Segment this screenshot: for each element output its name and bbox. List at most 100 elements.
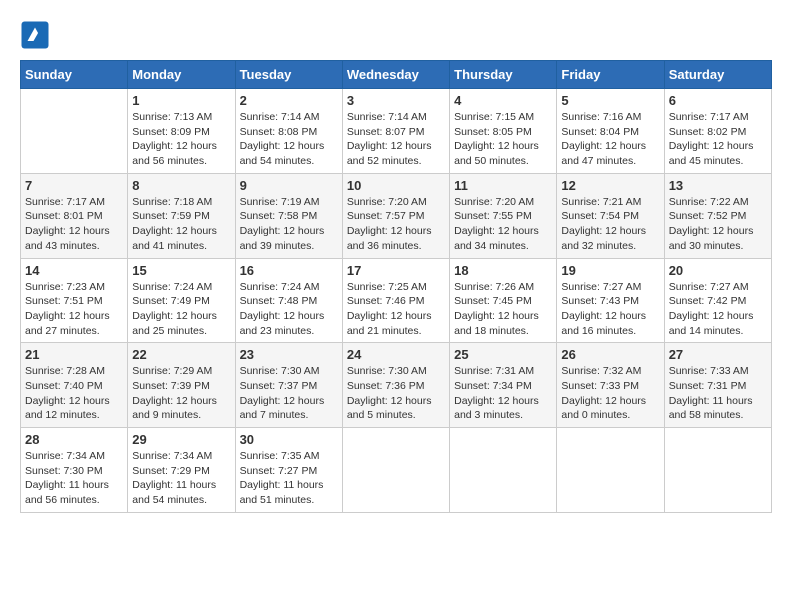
day-info: Sunrise: 7:17 AM Sunset: 8:02 PM Dayligh… [669,110,767,169]
day-number: 6 [669,93,767,108]
day-number: 28 [25,432,123,447]
calendar-cell: 7 Sunrise: 7:17 AM Sunset: 8:01 PM Daylig… [21,173,128,258]
calendar-cell: 14 Sunrise: 7:23 AM Sunset: 7:51 PM Dayli… [21,258,128,343]
day-info: Sunrise: 7:34 AM Sunset: 7:30 PM Dayligh… [25,449,123,508]
calendar-cell: 17Sunrise: 7:25 AM Sunset: 7:46 PM Dayli… [342,258,449,343]
day-info: Sunrise: 7:23 AM Sunset: 7:51 PM Dayligh… [25,280,123,339]
day-of-week-header: Friday [557,61,664,89]
day-number: 30 [240,432,338,447]
day-info: Sunrise: 7:30 AM Sunset: 7:36 PM Dayligh… [347,364,445,423]
logo [20,20,54,50]
calendar-cell: 16 Sunrise: 7:24 AM Sunset: 7:48 PM Dayli… [235,258,342,343]
day-number: 27 [669,347,767,362]
logo-icon [20,20,50,50]
calendar-week-row: 28 Sunrise: 7:34 AM Sunset: 7:30 PM Dayli… [21,428,772,513]
day-of-week-header: Monday [128,61,235,89]
calendar-week-row: 21Sunrise: 7:28 AM Sunset: 7:40 PM Dayli… [21,343,772,428]
day-number: 11 [454,178,552,193]
day-info: Sunrise: 7:21 AM Sunset: 7:54 PM Dayligh… [561,195,659,254]
calendar-cell: 9 Sunrise: 7:19 AM Sunset: 7:58 PM Daylig… [235,173,342,258]
calendar-cell: 11Sunrise: 7:20 AM Sunset: 7:55 PM Dayli… [450,173,557,258]
calendar-cell: 25 Sunrise: 7:31 AM Sunset: 7:34 PM Dayli… [450,343,557,428]
day-number: 24 [347,347,445,362]
day-number: 20 [669,263,767,278]
day-number: 3 [347,93,445,108]
day-info: Sunrise: 7:15 AM Sunset: 8:05 PM Dayligh… [454,110,552,169]
day-info: Sunrise: 7:13 AM Sunset: 8:09 PM Dayligh… [132,110,230,169]
day-number: 14 [25,263,123,278]
day-info: Sunrise: 7:34 AM Sunset: 7:29 PM Dayligh… [132,449,230,508]
calendar-week-row: 1 Sunrise: 7:13 AM Sunset: 8:09 PM Daylig… [21,89,772,174]
calendar-cell [557,428,664,513]
day-info: Sunrise: 7:31 AM Sunset: 7:34 PM Dayligh… [454,364,552,423]
day-number: 9 [240,178,338,193]
calendar-cell: 26 Sunrise: 7:32 AM Sunset: 7:33 PM Dayli… [557,343,664,428]
calendar-cell [342,428,449,513]
calendar-cell: 8Sunrise: 7:18 AM Sunset: 7:59 PM Daylig… [128,173,235,258]
day-info: Sunrise: 7:29 AM Sunset: 7:39 PM Dayligh… [132,364,230,423]
day-number: 23 [240,347,338,362]
day-of-week-header: Wednesday [342,61,449,89]
day-info: Sunrise: 7:18 AM Sunset: 7:59 PM Dayligh… [132,195,230,254]
calendar-cell: 10 Sunrise: 7:20 AM Sunset: 7:57 PM Dayli… [342,173,449,258]
calendar-cell: 3 Sunrise: 7:14 AM Sunset: 8:07 PM Daylig… [342,89,449,174]
calendar-cell: 29 Sunrise: 7:34 AM Sunset: 7:29 PM Dayli… [128,428,235,513]
calendar-header-row: SundayMondayTuesdayWednesdayThursdayFrid… [21,61,772,89]
calendar-cell: 24 Sunrise: 7:30 AM Sunset: 7:36 PM Dayli… [342,343,449,428]
calendar-cell: 30 Sunrise: 7:35 AM Sunset: 7:27 PM Dayli… [235,428,342,513]
day-number: 16 [240,263,338,278]
calendar-cell: 20Sunrise: 7:27 AM Sunset: 7:42 PM Dayli… [664,258,771,343]
day-number: 2 [240,93,338,108]
day-of-week-header: Thursday [450,61,557,89]
calendar-week-row: 14 Sunrise: 7:23 AM Sunset: 7:51 PM Dayli… [21,258,772,343]
calendar-cell [664,428,771,513]
day-number: 12 [561,178,659,193]
calendar-cell: 23 Sunrise: 7:30 AM Sunset: 7:37 PM Dayli… [235,343,342,428]
day-number: 5 [561,93,659,108]
day-info: Sunrise: 7:24 AM Sunset: 7:48 PM Dayligh… [240,280,338,339]
calendar-cell: 22 Sunrise: 7:29 AM Sunset: 7:39 PM Dayli… [128,343,235,428]
calendar-cell: 18Sunrise: 7:26 AM Sunset: 7:45 PM Dayli… [450,258,557,343]
day-info: Sunrise: 7:27 AM Sunset: 7:43 PM Dayligh… [561,280,659,339]
calendar-cell: 5Sunrise: 7:16 AM Sunset: 8:04 PM Daylig… [557,89,664,174]
day-info: Sunrise: 7:14 AM Sunset: 8:08 PM Dayligh… [240,110,338,169]
page-header [20,20,772,50]
day-number: 26 [561,347,659,362]
calendar-cell: 21Sunrise: 7:28 AM Sunset: 7:40 PM Dayli… [21,343,128,428]
day-number: 1 [132,93,230,108]
calendar-cell: 19 Sunrise: 7:27 AM Sunset: 7:43 PM Dayli… [557,258,664,343]
calendar-cell: 2 Sunrise: 7:14 AM Sunset: 8:08 PM Daylig… [235,89,342,174]
day-number: 29 [132,432,230,447]
day-info: Sunrise: 7:28 AM Sunset: 7:40 PM Dayligh… [25,364,123,423]
day-number: 4 [454,93,552,108]
day-number: 19 [561,263,659,278]
calendar-cell: 12 Sunrise: 7:21 AM Sunset: 7:54 PM Dayli… [557,173,664,258]
day-of-week-header: Sunday [21,61,128,89]
calendar-cell: 28 Sunrise: 7:34 AM Sunset: 7:30 PM Dayli… [21,428,128,513]
day-info: Sunrise: 7:22 AM Sunset: 7:52 PM Dayligh… [669,195,767,254]
day-number: 10 [347,178,445,193]
calendar-cell: 4 Sunrise: 7:15 AM Sunset: 8:05 PM Daylig… [450,89,557,174]
day-info: Sunrise: 7:32 AM Sunset: 7:33 PM Dayligh… [561,364,659,423]
day-info: Sunrise: 7:35 AM Sunset: 7:27 PM Dayligh… [240,449,338,508]
day-info: Sunrise: 7:19 AM Sunset: 7:58 PM Dayligh… [240,195,338,254]
calendar-table: SundayMondayTuesdayWednesdayThursdayFrid… [20,60,772,513]
day-info: Sunrise: 7:20 AM Sunset: 7:57 PM Dayligh… [347,195,445,254]
calendar-cell [21,89,128,174]
day-of-week-header: Tuesday [235,61,342,89]
day-info: Sunrise: 7:24 AM Sunset: 7:49 PM Dayligh… [132,280,230,339]
day-info: Sunrise: 7:25 AM Sunset: 7:46 PM Dayligh… [347,280,445,339]
day-number: 22 [132,347,230,362]
calendar-cell: 13 Sunrise: 7:22 AM Sunset: 7:52 PM Dayli… [664,173,771,258]
calendar-cell: 15Sunrise: 7:24 AM Sunset: 7:49 PM Dayli… [128,258,235,343]
day-number: 13 [669,178,767,193]
calendar-cell [450,428,557,513]
day-number: 25 [454,347,552,362]
day-number: 7 [25,178,123,193]
day-info: Sunrise: 7:30 AM Sunset: 7:37 PM Dayligh… [240,364,338,423]
day-info: Sunrise: 7:26 AM Sunset: 7:45 PM Dayligh… [454,280,552,339]
day-info: Sunrise: 7:14 AM Sunset: 8:07 PM Dayligh… [347,110,445,169]
day-of-week-header: Saturday [664,61,771,89]
calendar-cell: 1 Sunrise: 7:13 AM Sunset: 8:09 PM Daylig… [128,89,235,174]
day-info: Sunrise: 7:17 AM Sunset: 8:01 PM Dayligh… [25,195,123,254]
